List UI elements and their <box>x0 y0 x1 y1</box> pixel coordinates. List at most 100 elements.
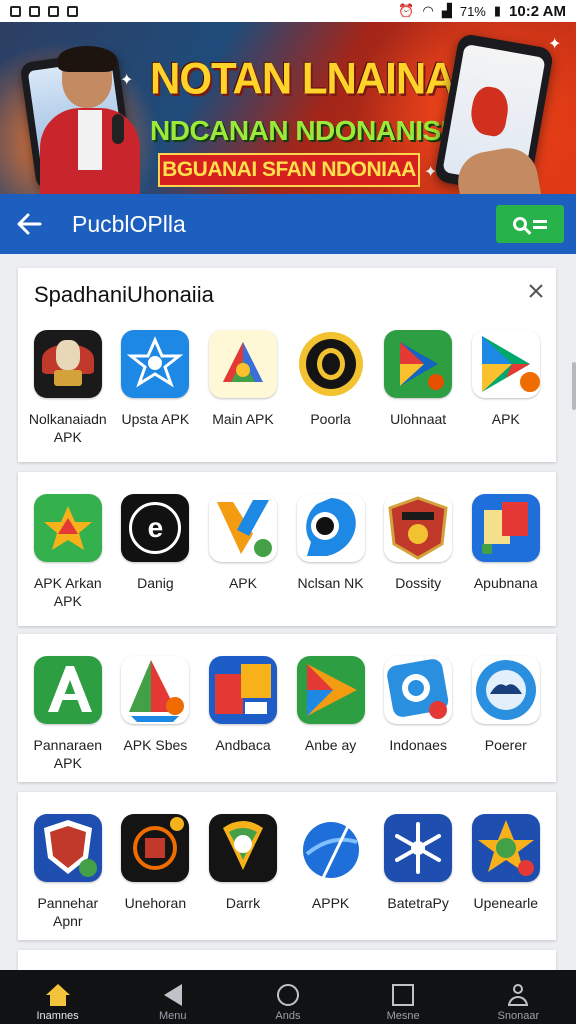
sparkle-icon: ✦ <box>120 72 134 89</box>
app-label: BatetraPy <box>387 895 449 911</box>
signal-icon: ▟ <box>441 3 452 18</box>
app-tile[interactable]: Apubnana <box>462 494 550 610</box>
close-button[interactable] <box>528 280 544 304</box>
app-tile[interactable]: Poerer <box>462 656 550 772</box>
search-icon <box>513 217 527 231</box>
nav-recent[interactable]: Mesne <box>346 970 461 1022</box>
app-tile[interactable]: Nclsan NK <box>287 494 375 610</box>
app-tile[interactable]: BatetraPy <box>374 814 462 930</box>
banner-ribbon: BGUANAI SFAN NDONIAA <box>158 153 420 187</box>
app-grid: Nolkanaiadn APK Upsta APK Main APK Poorl… <box>24 330 550 446</box>
app-tile[interactable]: e Danig <box>112 494 200 610</box>
app-tile[interactable]: Pannehar Apnr <box>24 814 112 930</box>
nav-profile[interactable]: Snonaar <box>461 970 576 1022</box>
app-grid: Pannaraen APK APK Sbes Andbaca Anbe ay I… <box>24 656 550 772</box>
app-tile[interactable]: Nolkanaiadn APK <box>24 330 112 446</box>
play-green-icon <box>384 330 453 398</box>
app-tile[interactable]: Andbaca <box>199 656 287 772</box>
search-button[interactable] <box>496 205 564 243</box>
app-tile[interactable]: Pannaraen APK <box>24 656 112 772</box>
app-label: APPK <box>311 895 350 911</box>
banner-title: NOTAN LNAINAM <box>150 53 490 104</box>
app-tile[interactable]: Unehoran <box>112 814 200 930</box>
chrome-apk-icon <box>208 330 277 398</box>
home-icon <box>45 984 70 1006</box>
app-tile[interactable]: APK Arkan APK <box>24 494 112 610</box>
folders-icon <box>208 656 277 724</box>
play-orange-icon <box>296 656 365 724</box>
app-label: Pannehar Apnr <box>37 895 99 929</box>
app-label: Anbe ay <box>304 737 357 753</box>
card-title: SpadhaniUhonaiia <box>34 282 214 307</box>
app-label: Upsta APK <box>121 411 190 427</box>
nav-label: Mesne <box>386 1010 420 1022</box>
app-tile[interactable]: Upenearle <box>462 814 550 930</box>
page-title: PucblOPlla <box>72 210 186 237</box>
app-tile[interactable]: Ulohnaat <box>374 330 462 446</box>
app-label: APK <box>491 411 520 427</box>
leaf-chat-icon <box>208 814 277 882</box>
sparkle-icon: ✦ <box>548 36 562 53</box>
app-category-card: Pannehar Apnr Unehoran Darrk APPK Batetr… <box>18 792 556 940</box>
alarm-icon: ⏰ <box>398 3 415 18</box>
app-category-card: Pannaraen APK APK Sbes Andbaca Anbe ay I… <box>18 634 556 782</box>
banner-subtitle: NDCANAN NDONANISIA <box>150 115 468 146</box>
snowflake-icon <box>384 814 453 882</box>
app-label: Ulohnaat <box>390 411 447 427</box>
app-label: Unehoran <box>124 895 187 911</box>
app-tile[interactable]: APK <box>199 494 287 610</box>
status-bar: ⏰ ◠ ▟ 71% ▮ 10:2 AM <box>0 0 576 22</box>
app-tile[interactable]: APK Sbes <box>112 656 200 772</box>
app-tile[interactable]: Darrk <box>199 814 287 930</box>
nav-label: Snonaar <box>497 1010 540 1022</box>
status-system: ⏰ ◠ ▟ 71% ▮ 10:2 AM <box>398 3 566 20</box>
status-notifications <box>10 5 78 17</box>
app-label: Apubnana <box>473 575 538 591</box>
user-icon <box>507 984 529 1006</box>
back-button[interactable] <box>0 194 58 254</box>
app-tile[interactable]: Anbe ay <box>287 656 375 772</box>
app-category-card: APK Arkan APK e Danig APK Nclsan NK Doss… <box>18 472 556 626</box>
battery-icon: ▮ <box>493 3 502 18</box>
mail-icon <box>48 5 59 17</box>
app-bar: PucblOPlla <box>0 194 576 254</box>
star-color-icon <box>471 814 540 882</box>
square-icon <box>392 984 415 1006</box>
arrow-left-icon <box>17 213 42 235</box>
nav-label: Inamnes <box>36 1010 79 1022</box>
app-label: APK Arkan APK <box>33 575 102 609</box>
app-label: Upenearle <box>473 895 539 911</box>
e-badge-icon: e <box>121 494 190 562</box>
apk-badge-icon <box>517 370 540 394</box>
app-tile[interactable]: Upsta APK <box>112 330 200 446</box>
wifi-icon: ◠ <box>422 3 434 18</box>
app-tile[interactable]: APPK <box>287 814 375 930</box>
star-shield-icon <box>121 330 190 398</box>
app-label: APK Sbes <box>123 737 188 753</box>
nav-label: Ands <box>275 1010 301 1022</box>
emblem-dark-icon <box>121 814 190 882</box>
promo-banner[interactable]: ✦ ✦ ✦ ✦ NOTAN LNAINAM NDCANAN NDONANISIA… <box>0 22 576 194</box>
document-icon <box>471 494 540 562</box>
nav-menu[interactable]: Menu <box>115 970 230 1022</box>
search-circle-icon <box>276 984 299 1006</box>
notification-icon <box>29 5 40 17</box>
battery-text: 71% <box>459 3 486 19</box>
app-tile[interactable]: APK <box>462 330 550 446</box>
app-tile[interactable]: Poorla <box>287 330 375 446</box>
scrollbar[interactable] <box>572 362 576 410</box>
bottom-navigation: Inamnes Menu Ands Mesne Snonaar <box>0 970 576 1024</box>
star-fox-icon <box>33 494 102 562</box>
nav-label: Menu <box>159 1010 187 1022</box>
app-label: Darrk <box>225 895 261 911</box>
nav-search[interactable]: Ands <box>230 970 345 1022</box>
play-store-icon <box>471 330 540 398</box>
app-tile[interactable]: Main APK <box>199 330 287 446</box>
app-tile[interactable]: Indonaes <box>374 656 462 772</box>
a-letter-icon <box>33 656 102 724</box>
globe-icon <box>296 814 365 882</box>
gear-car-icon <box>471 656 540 724</box>
nav-home[interactable]: Inamnes <box>0 970 115 1022</box>
app-tile[interactable]: Dossity <box>374 494 462 610</box>
app-label: Indonaes <box>389 737 447 753</box>
